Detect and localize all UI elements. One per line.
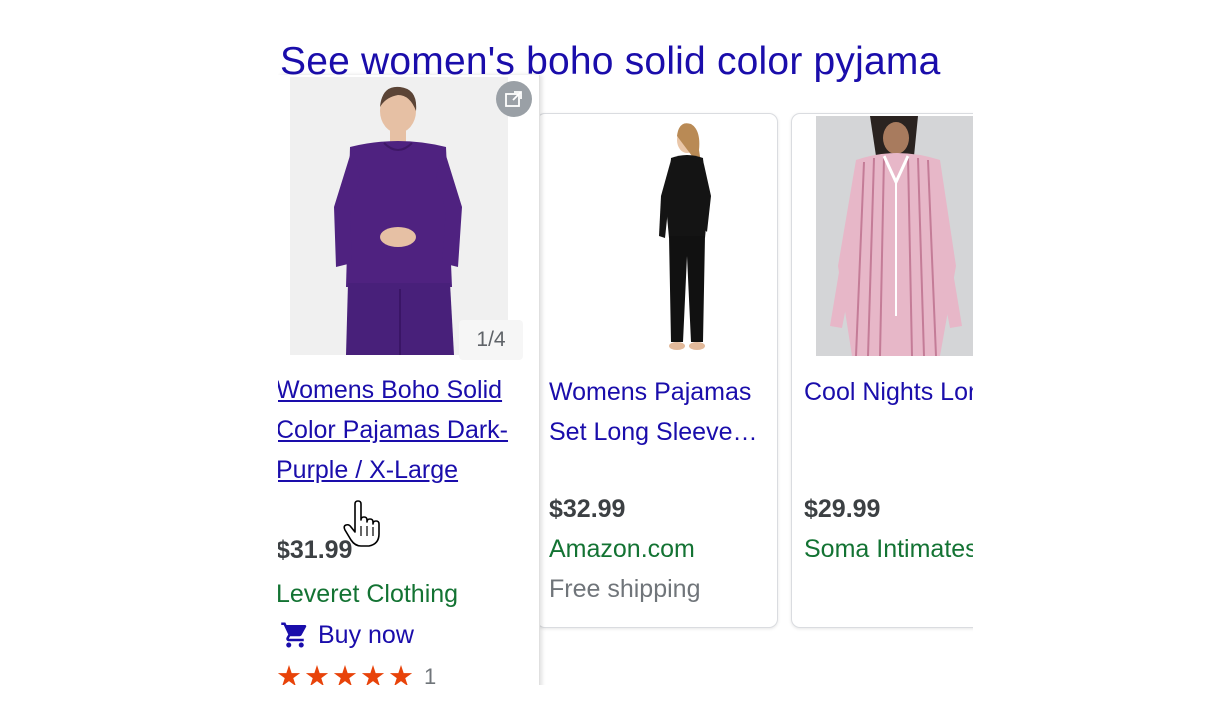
image-counter: 1/4 xyxy=(459,320,523,360)
star-icon: ★ xyxy=(278,661,302,686)
star-icon: ★ xyxy=(388,661,414,686)
hand-pointer-cursor-icon xyxy=(343,500,380,547)
shopping-carousel: See women's boho solid color pyjama Wome… xyxy=(278,0,973,685)
product-price: $31.99 xyxy=(278,536,353,564)
purple-pajamas-photo xyxy=(290,77,508,355)
product-title-link[interactable]: Womens Boho Solid Color Pajamas Dark-Pur… xyxy=(278,370,516,490)
black-pajamas-photo xyxy=(607,116,765,356)
star-icon: ★ xyxy=(360,661,386,686)
product-image[interactable] xyxy=(816,116,973,356)
product-store: Amazon.com xyxy=(549,535,695,563)
product-shipping: Free shipping xyxy=(549,575,701,603)
product-title-link[interactable]: Womens Pajamas Set Long Sleeve… xyxy=(549,372,773,452)
shopping-cart-icon xyxy=(281,622,307,648)
buy-now-link[interactable]: Buy now xyxy=(278,620,414,650)
open-in-new-button[interactable] xyxy=(496,81,532,117)
product-image[interactable] xyxy=(290,77,508,355)
product-card-3[interactable]: Cool Nights Long Sleeve Notch Collar Paj… xyxy=(791,113,973,628)
product-card-1[interactable]: 1/4 Womens Boho Solid Color Pajamas Dark… xyxy=(278,75,540,685)
pink-striped-pajamas-photo xyxy=(816,116,973,356)
product-title-link[interactable]: Cool Nights Long Sleeve Notch Collar Paj… xyxy=(804,372,973,412)
buy-now-label: Buy now xyxy=(318,620,414,649)
product-image[interactable] xyxy=(607,116,765,356)
product-price: $32.99 xyxy=(549,495,626,523)
product-card-2[interactable]: Womens Pajamas Set Long Sleeve… $32.99 A… xyxy=(536,113,778,628)
product-store: Leveret Clothing xyxy=(278,580,459,608)
product-price: $29.99 xyxy=(804,495,881,523)
star-icon: ★ xyxy=(332,661,358,686)
product-store: Soma Intimates xyxy=(804,535,973,563)
rating-count: 1 xyxy=(424,664,437,685)
star-icon: ★ xyxy=(304,661,330,686)
open-in-new-icon xyxy=(505,91,522,107)
rating-stars: ★ ★ ★ ★ ★ 1 xyxy=(278,661,437,686)
